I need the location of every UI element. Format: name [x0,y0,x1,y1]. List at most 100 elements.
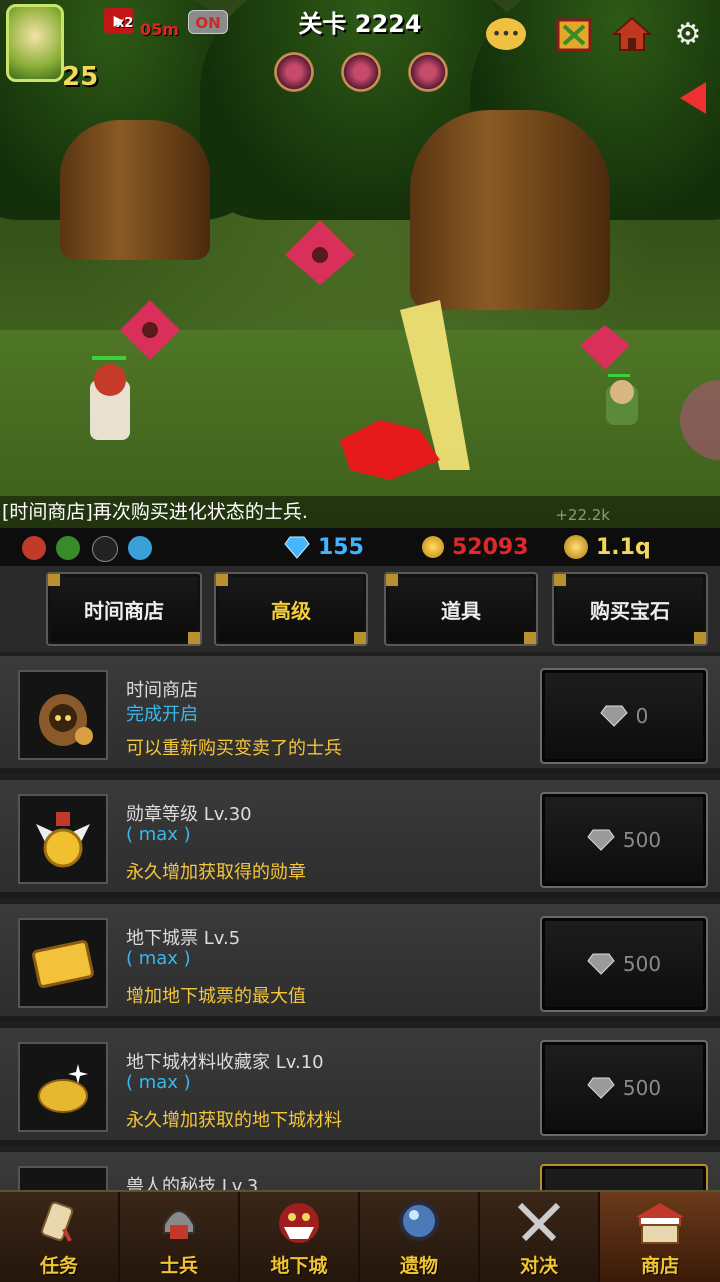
tab-label: 道具 [441,598,481,623]
speed-timer: 05m [140,20,179,39]
gold-counter: 1.1q [564,532,651,562]
flower-monster [120,300,180,360]
party-member-icon [128,536,152,560]
party-member-icon [92,536,118,562]
hero-avatar[interactable] [6,4,64,82]
item-status: ( max ) [126,948,191,969]
nav-label: 士兵 [159,1255,198,1277]
collapse-arrow-icon[interactable] [680,82,706,114]
item-title: 兽人的秘技 Lv.3 [126,1176,259,1190]
diamond-icon [599,705,628,727]
gold-coin-icon [564,535,588,559]
tab-corner [216,574,228,586]
buy-button[interactable]: 500 [540,916,708,1012]
chat-icon[interactable]: ••• [486,18,526,50]
gold-ore-icon [18,1042,108,1132]
shop-tabs: 时间商店 高级 道具 购买宝石 [0,566,720,652]
flower-monster [285,220,355,285]
nav-shop[interactable]: 商店 [600,1192,720,1282]
dps-readout: +22.2k [555,506,610,524]
flower-monster [580,325,630,370]
item-status: ( max ) [126,1072,191,1093]
nav-dungeon[interactable]: 地下城 [240,1192,360,1282]
list-item: 时间商店 完成开启 可以重新购买变卖了的士兵 0 [0,656,720,774]
item-price: 500 [622,952,662,976]
scroll-icon [31,1197,87,1247]
tab-corner [554,574,566,586]
medal-count: 52093 [452,534,529,560]
item-description: 永久增加获取的地下城材料 [126,1110,342,1131]
tab-corner [386,574,398,586]
list-item: 兽人的秘技 Lv.3 升级 [0,1152,720,1190]
orc-skill-icon [18,1166,108,1190]
hero-level: 25 [62,62,99,92]
swords-icon [511,1197,567,1247]
nav-label: 商店 [640,1255,679,1277]
bottom-nav: 任务 士兵 地下城 遗物 对决 商店 [0,1190,720,1282]
event-flag-icon[interactable] [552,12,596,56]
tab-corner [188,632,200,644]
orb-icon [391,1197,447,1247]
item-description: 增加地下城票的最大值 [126,986,306,1007]
diamond-icon [587,829,615,851]
buy-button[interactable]: 500 [540,792,708,888]
tab-items[interactable]: 道具 [384,572,538,646]
slash-effect [340,300,470,480]
tab-corner [48,574,60,586]
item-description: 可以重新购买变卖了的士兵 [126,738,342,759]
item-title: 地下城票 Lv.5 [126,928,241,949]
home-icon[interactable] [610,12,654,56]
item-status: ( max ) [126,824,191,845]
tab-corner [354,632,366,644]
nav-label: 对决 [519,1255,558,1277]
boss-orb-icon [274,52,314,92]
item-title: 地下城材料收藏家 Lv.10 [126,1052,324,1073]
buy-button[interactable]: 500 [540,1040,708,1136]
item-title: 时间商店 [126,680,198,701]
gem-count: 155 [318,534,364,560]
hud-top-bar: 25 ▶ x2 05m ON 关卡 2224 ••• ⚙ [0,0,720,114]
dungeon-ticket-icon [18,918,108,1008]
speed-multiplier: x2 [116,16,134,31]
tab-label: 时间商店 [84,598,164,623]
party-member-icon [56,536,80,560]
auto-toggle-button[interactable]: ON [188,10,228,34]
battle-message: [时间商店]再次购买进化状态的士兵. [0,496,720,528]
item-status: 完成开启 [126,704,198,725]
nav-soldiers[interactable]: 士兵 [120,1192,240,1282]
monster-icon [271,1197,327,1247]
nav-quests[interactable]: 任务 [0,1192,120,1282]
diamond-icon [587,1077,615,1099]
gem-icon [284,536,310,559]
gear-icon[interactable]: ⚙ [666,12,710,56]
buy-button[interactable]: 0 [540,668,708,764]
tab-corner [694,632,706,644]
item-price: 500 [622,1076,662,1100]
hooded-merchant-icon [18,670,108,760]
tab-label: 购买宝石 [590,598,670,623]
medal-counter: 52093 [422,532,529,562]
list-item: 地下城材料收藏家 Lv.10 ( max ) 永久增加获取的地下城材料 500 [0,1028,720,1146]
list-item: 勋章等级 Lv.30 ( max ) 永久增加获取得的勋章 500 [0,780,720,898]
tab-time-shop[interactable]: 时间商店 [46,572,202,646]
helmet-icon [151,1197,207,1247]
nav-relics[interactable]: 遗物 [360,1192,480,1282]
tab-corner [524,632,536,644]
boss-orb-icon [341,52,381,92]
party-member-icon [22,536,46,560]
upgrade-button[interactable]: 升级 [540,1164,708,1190]
tab-label: 高级 [271,598,311,623]
nav-label: 遗物 [399,1255,438,1277]
nav-label: 地下城 [270,1255,328,1277]
diamond-icon [587,953,615,975]
item-description: 永久增加获取得的勋章 [126,862,306,883]
list-item: 地下城票 Lv.5 ( max ) 增加地下城票的最大值 500 [0,904,720,1022]
tab-buy-gems[interactable]: 购买宝石 [552,572,708,646]
hero-warrior [90,364,130,440]
shop-icon [632,1197,688,1247]
gold-count: 1.1q [596,534,651,560]
resource-bar: 155 52093 1.1q [0,528,720,568]
nav-duel[interactable]: 对决 [480,1192,600,1282]
tab-premium[interactable]: 高级 [214,572,368,646]
boss-orb-icon [408,52,448,92]
